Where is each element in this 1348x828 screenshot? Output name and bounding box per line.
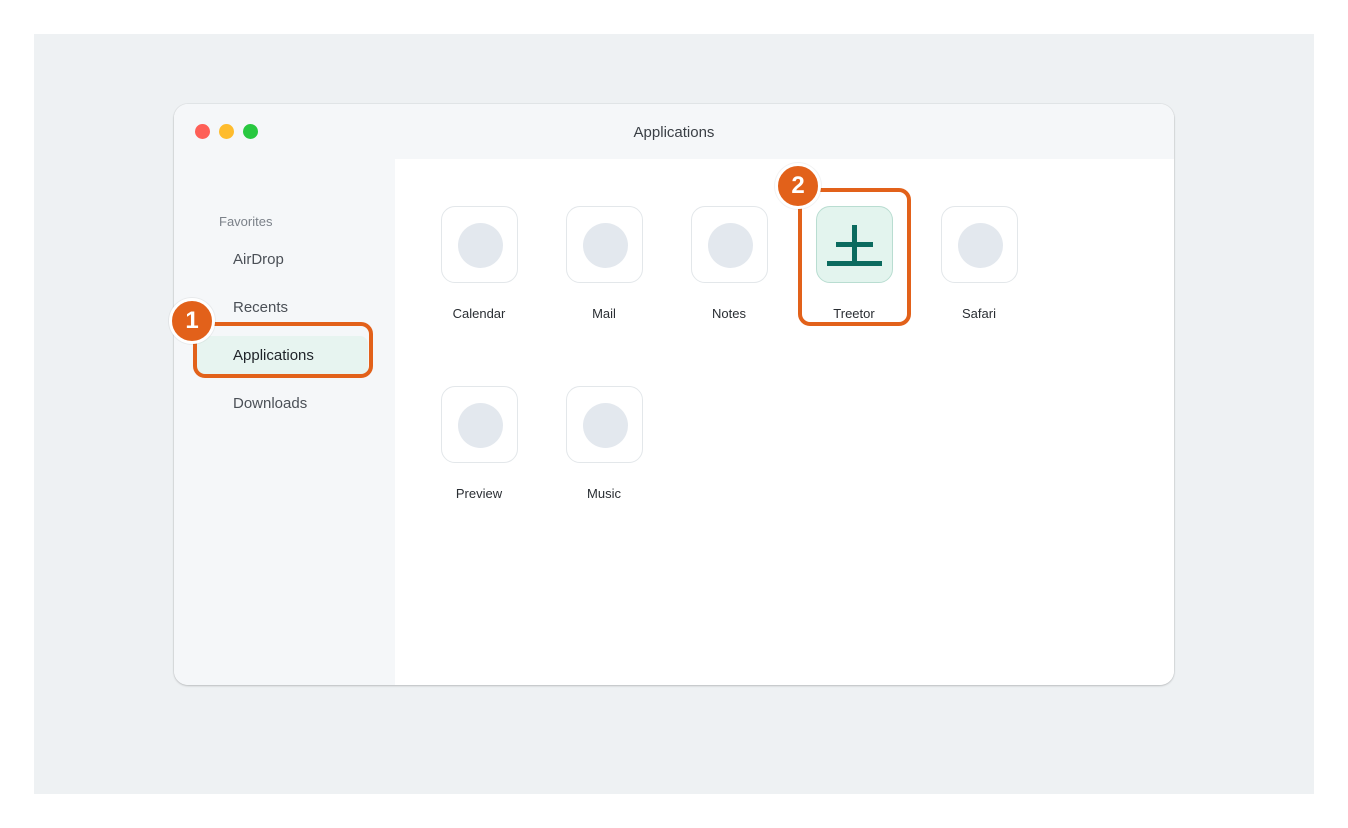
app-tile bbox=[440, 206, 518, 283]
app-notes[interactable]: Notes bbox=[679, 206, 779, 321]
step-badge-1: 1 bbox=[169, 298, 215, 344]
app-preview[interactable]: Preview bbox=[429, 386, 529, 501]
placeholder-circle-icon bbox=[957, 223, 1003, 268]
placeholder-circle-icon bbox=[582, 403, 628, 448]
highlight-box-treetor bbox=[798, 188, 911, 326]
app-tile bbox=[690, 206, 768, 283]
finder-window: Applications Favorites AirDrop Recents A… bbox=[174, 104, 1174, 685]
app-label: Mail bbox=[592, 306, 616, 321]
app-tile bbox=[565, 386, 643, 463]
app-mail[interactable]: Mail bbox=[554, 206, 654, 321]
app-label: Safari bbox=[962, 306, 996, 321]
sidebar-item-downloads[interactable]: Downloads bbox=[196, 384, 368, 424]
sidebar: Favorites AirDrop Recents Applications D… bbox=[174, 159, 395, 685]
sidebar-item-label: Recents bbox=[233, 299, 289, 316]
app-tile bbox=[565, 206, 643, 283]
sidebar-item-label: AirDrop bbox=[233, 251, 284, 268]
sidebar-heading-favorites: Favorites bbox=[219, 214, 273, 229]
sidebar-item-label: Downloads bbox=[233, 395, 308, 412]
highlight-box-applications bbox=[193, 322, 373, 378]
window-title: Applications bbox=[633, 124, 715, 141]
placeholder-circle-icon bbox=[707, 223, 753, 268]
app-calendar[interactable]: Calendar bbox=[429, 206, 529, 321]
app-label: Notes bbox=[712, 306, 746, 321]
step-badge-2: 2 bbox=[775, 163, 821, 209]
sidebar-item-airdrop[interactable]: AirDrop bbox=[196, 240, 368, 280]
title-bar: Applications bbox=[174, 104, 1174, 159]
applications-grid: Calendar Mail Notes Treetor Safari Previ… bbox=[395, 159, 1174, 685]
placeholder-circle-icon bbox=[582, 223, 628, 268]
app-label: Preview bbox=[455, 486, 503, 501]
app-tile bbox=[440, 386, 518, 463]
app-label: Music bbox=[587, 486, 621, 501]
app-label: Calendar bbox=[452, 306, 506, 321]
app-tile bbox=[940, 206, 1018, 283]
app-safari[interactable]: Safari bbox=[929, 206, 1029, 321]
placeholder-circle-icon bbox=[457, 403, 503, 448]
app-music[interactable]: Music bbox=[554, 386, 654, 501]
placeholder-circle-icon bbox=[457, 223, 503, 268]
